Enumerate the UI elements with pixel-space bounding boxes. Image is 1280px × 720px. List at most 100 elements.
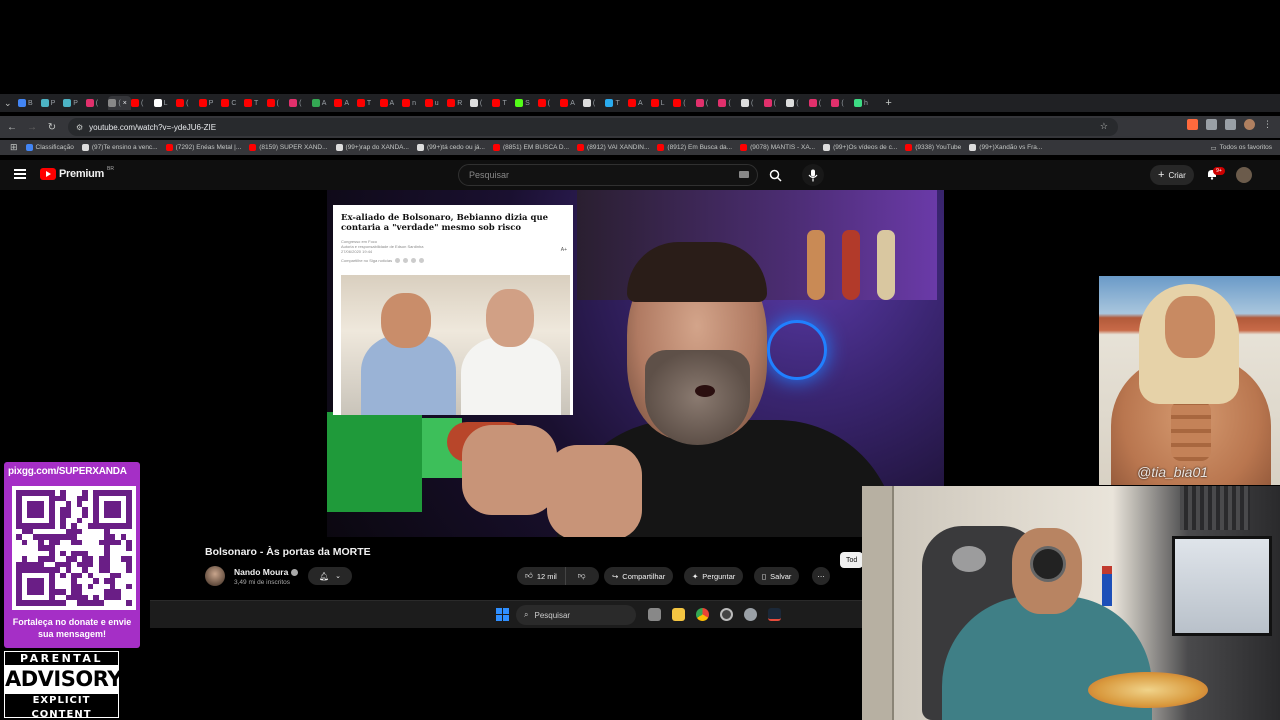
browser-tab[interactable]: P bbox=[198, 96, 222, 110]
account-avatar[interactable] bbox=[1236, 167, 1252, 183]
browser-tab[interactable]: A bbox=[311, 96, 335, 110]
browser-tab[interactable]: ( bbox=[537, 96, 561, 110]
bookmark-item[interactable]: (9078) MANTIS - XA... bbox=[740, 144, 815, 151]
app-icon[interactable] bbox=[720, 608, 733, 621]
ask-button[interactable]: ✦ Perguntar bbox=[684, 567, 744, 585]
browser-tab[interactable]: ( bbox=[808, 96, 832, 110]
bookmark-item[interactable]: (99+)tá cedo ou já... bbox=[416, 144, 485, 151]
voice-search-button[interactable] bbox=[802, 164, 824, 186]
file-explorer-icon[interactable] bbox=[672, 608, 685, 621]
settings-icon[interactable] bbox=[744, 608, 757, 621]
browser-tab[interactable]: ( bbox=[176, 96, 199, 110]
browser-tab[interactable]: ( bbox=[289, 96, 312, 110]
hamburger-menu-icon[interactable] bbox=[14, 169, 26, 179]
browser-tab[interactable]: T bbox=[243, 96, 267, 110]
browser-tab[interactable]: T bbox=[605, 96, 628, 110]
tab-favicon-icon bbox=[537, 99, 546, 107]
browser-tab[interactable]: A bbox=[334, 96, 357, 110]
site-info-icon[interactable]: ⚙ bbox=[76, 123, 83, 132]
browser-tab[interactable]: h bbox=[853, 96, 877, 110]
browser-tab[interactable]: ( bbox=[673, 96, 696, 110]
url-bar[interactable]: ⚙ youtube.com/watch?v=-ydeJU6-ZIE ☆ bbox=[68, 118, 1118, 136]
tab-favicon-icon bbox=[447, 99, 456, 107]
browser-tab[interactable]: A bbox=[379, 96, 403, 110]
browser-tab[interactable]: ( bbox=[266, 96, 290, 110]
reload-button[interactable]: ↻ bbox=[42, 122, 62, 133]
browser-tab[interactable]: S bbox=[515, 96, 538, 110]
forward-button[interactable]: → bbox=[22, 122, 42, 133]
keyboard-icon[interactable] bbox=[739, 171, 749, 178]
channel-name-link[interactable]: Nando Moura bbox=[234, 567, 299, 577]
steam-icon[interactable] bbox=[768, 608, 781, 621]
browser-tab[interactable]: R bbox=[447, 96, 470, 110]
new-tab-button[interactable]: + bbox=[881, 97, 897, 109]
browser-tab[interactable]: n bbox=[402, 96, 425, 110]
bookmark-item[interactable]: (9338) YouTube bbox=[905, 144, 961, 151]
task-view-icon[interactable] bbox=[648, 608, 661, 621]
channel-avatar[interactable] bbox=[205, 566, 225, 586]
browser-tab[interactable]: ( bbox=[469, 96, 493, 110]
browser-tab[interactable]: u bbox=[424, 96, 448, 110]
more-actions-button[interactable]: ⋯ bbox=[812, 567, 830, 585]
chrome-icon[interactable] bbox=[696, 608, 709, 621]
taskbar-search-input[interactable]: ⌕ Pesquisar bbox=[516, 605, 636, 625]
bookmark-item[interactable]: (8159) SUPER XAND... bbox=[249, 144, 328, 151]
browser-tab[interactable]: ( bbox=[130, 96, 154, 110]
browser-tab[interactable]: A bbox=[628, 96, 651, 110]
like-dislike-group: 👍︎ 12 mil 👎︎ bbox=[517, 567, 599, 585]
browser-tab[interactable]: (× bbox=[108, 96, 131, 110]
share-linkedin-icon bbox=[411, 258, 417, 263]
browser-tab[interactable]: L bbox=[153, 96, 177, 110]
search-input[interactable]: Pesquisar bbox=[458, 164, 758, 186]
like-button[interactable]: 👍︎ 12 mil bbox=[517, 567, 566, 585]
youtube-premium-logo[interactable]: Premium BR bbox=[40, 166, 114, 180]
search-icon: ⌕ bbox=[524, 610, 529, 619]
extension-icon[interactable] bbox=[1187, 119, 1198, 130]
browser-tab[interactable]: ( bbox=[718, 96, 741, 110]
browser-tab[interactable]: ( bbox=[582, 96, 606, 110]
share-button[interactable]: ↪ Compartilhar bbox=[604, 567, 674, 585]
bookmark-item[interactable]: (8851) EM BUSCA D... bbox=[492, 144, 569, 151]
all-bookmarks-folder[interactable]: ▭ Todos os favoritos bbox=[1210, 144, 1272, 152]
create-button[interactable]: + Criar bbox=[1150, 165, 1194, 185]
dislike-button[interactable]: 👎︎ bbox=[570, 571, 594, 581]
windows-start-icon[interactable] bbox=[496, 608, 509, 621]
apps-grid-icon[interactable]: ⊞ bbox=[10, 142, 18, 153]
save-button[interactable]: ▯ Salvar bbox=[754, 567, 800, 585]
browser-tab[interactable]: ( bbox=[85, 96, 109, 110]
browser-tab[interactable]: B bbox=[18, 96, 41, 110]
tab-list-button[interactable]: ⌄ bbox=[4, 96, 18, 110]
close-tab-icon[interactable]: × bbox=[123, 100, 127, 107]
bookmark-item[interactable]: (99+)rap do XANDÃ... bbox=[335, 144, 409, 151]
tab-favicon-icon bbox=[379, 99, 388, 107]
browser-tab[interactable]: ( bbox=[763, 96, 787, 110]
browser-tab-strip: ⌄ B P P((×(L(P C T((A A T An u R(T S(A(T A L((((((((… bbox=[0, 94, 1280, 112]
bookmark-item[interactable]: (97)Te ensino a venc... bbox=[81, 144, 158, 151]
browser-tab[interactable]: P bbox=[40, 96, 64, 110]
bookmark-item[interactable]: (99+)Xandão vs Fra... bbox=[969, 144, 1042, 151]
browser-tab[interactable]: C bbox=[221, 96, 244, 110]
extensions-puzzle-icon[interactable] bbox=[1206, 119, 1217, 130]
bookmark-item[interactable]: (8912) Em Busca da... bbox=[657, 144, 732, 151]
bookmark-item[interactable]: (8912) VAI XANDIN... bbox=[577, 144, 649, 151]
browser-tab[interactable]: L bbox=[650, 96, 674, 110]
browser-tab[interactable]: ( bbox=[695, 96, 719, 110]
browser-tab[interactable]: ( bbox=[831, 96, 854, 110]
filter-chip-todos[interactable]: Tod bbox=[840, 552, 864, 568]
search-button[interactable] bbox=[764, 164, 786, 186]
back-button[interactable]: ← bbox=[2, 122, 22, 133]
bookmark-item[interactable]: Classificação bbox=[25, 144, 74, 151]
browser-tab[interactable]: ( bbox=[741, 96, 764, 110]
extension-icon[interactable] bbox=[1225, 119, 1236, 130]
browser-tab[interactable]: ( bbox=[786, 96, 809, 110]
bookmark-item[interactable]: (7292) Enéas Metal |... bbox=[165, 144, 241, 151]
bookmark-star-icon[interactable]: ☆ bbox=[1100, 121, 1108, 132]
browser-tab[interactable]: T bbox=[492, 96, 515, 110]
bookmark-item[interactable]: (99+)Os vídeos de c... bbox=[823, 144, 897, 151]
browser-tab[interactable]: T bbox=[356, 96, 380, 110]
browser-tab[interactable]: A bbox=[560, 96, 583, 110]
browser-tab[interactable]: P bbox=[63, 96, 86, 110]
browser-menu-icon[interactable]: ⋮ bbox=[1263, 119, 1272, 130]
profile-avatar-icon[interactable] bbox=[1244, 119, 1255, 130]
subscription-bell-button[interactable]: 🔔︎ ⌄ bbox=[308, 567, 352, 585]
